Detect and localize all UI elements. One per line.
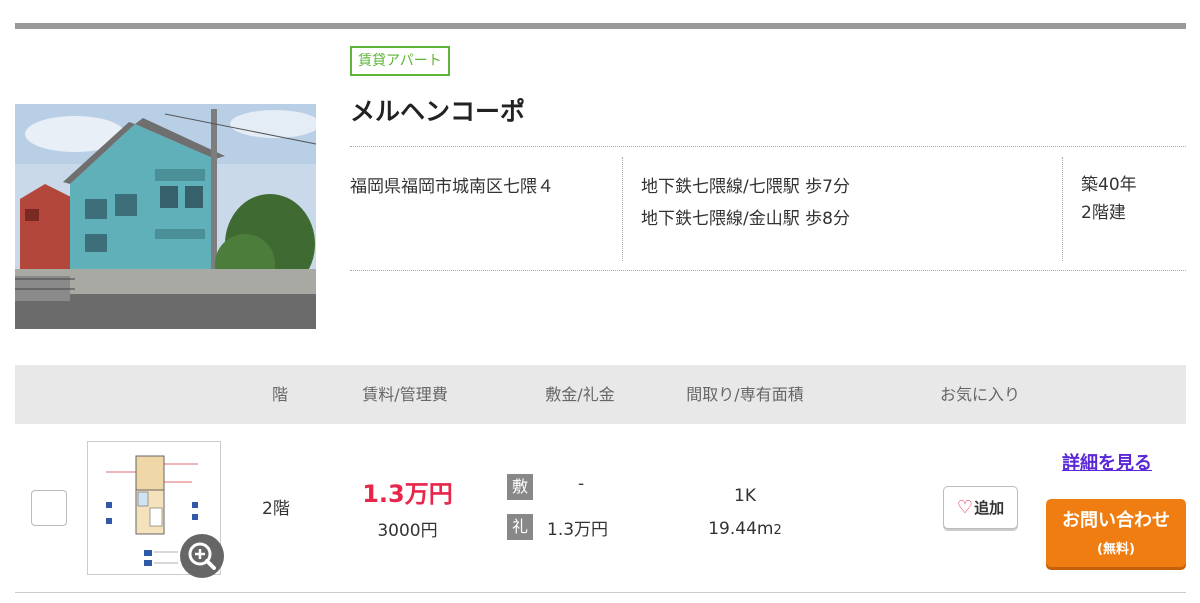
add-favorite-label: 追加 (974, 499, 1005, 517)
unit-management-fee: 3000円 (377, 521, 438, 541)
area-unit-sup: 2 (773, 523, 782, 538)
add-favorite-button[interactable]: ♡ 追加 (943, 486, 1018, 529)
layout-type: 1K (734, 486, 756, 506)
header-layout: 間取り/専有面積 (686, 385, 804, 404)
contact-button-sublabel: (無料) (1097, 542, 1135, 557)
station-line-2: 地下鉄七隈線/金山駅 歩8分 (641, 209, 850, 229)
deposit-value: - (578, 474, 585, 494)
top-divider (15, 23, 1186, 29)
building-floors: 2階建 (1081, 203, 1126, 223)
zoom-in-icon[interactable] (180, 534, 224, 578)
deposit-label: 敷 (507, 474, 533, 500)
unit-table-header: 階 賃料/管理費 敷金/礼金 間取り/専有面積 お気に入り (15, 365, 1186, 424)
view-details-link[interactable]: 詳細を見る (1062, 449, 1152, 475)
key-money-label: 礼 (507, 514, 533, 540)
property-info: 福岡県福岡市城南区七隈４ 地下鉄七隈線/七隈駅 歩7分 地下鉄七隈線/金山駅 歩… (350, 146, 1186, 271)
property-type-tag: 賃貸アパート (350, 46, 450, 76)
station-access: 地下鉄七隈線/七隈駅 歩7分 地下鉄七隈線/金山駅 歩8分 (622, 157, 1062, 261)
building-age: 築40年 2階建 (1062, 157, 1186, 261)
header-deposit: 敷金/礼金 (545, 385, 615, 404)
unit-select-checkbox[interactable] (31, 490, 67, 526)
key-money-value: 1.3万円 (547, 520, 609, 540)
floor-area: 19.44m2 (708, 519, 782, 539)
unit-floor: 2階 (262, 499, 290, 519)
address: 福岡県福岡市城南区七隈４ (350, 177, 554, 197)
row-divider (15, 592, 1186, 593)
header-rent: 賃料/管理費 (362, 385, 448, 404)
property-photo[interactable] (15, 104, 316, 329)
header-floor: 階 (271, 385, 288, 404)
unit-rent: 1.3万円 (362, 480, 453, 508)
header-favorite: お気に入り (939, 385, 1020, 404)
unit-layout: 1K 19.44m2 (660, 480, 830, 547)
station-line-1: 地下鉄七隈線/七隈駅 歩7分 (641, 177, 850, 197)
contact-button[interactable]: お問い合わせ (無料) (1046, 499, 1186, 567)
property-name: メルヘンコーポ (350, 97, 526, 126)
contact-button-label: お問い合わせ (1062, 510, 1170, 531)
building-age-years: 築40年 (1081, 175, 1137, 195)
heart-icon: ♡ (956, 496, 974, 518)
